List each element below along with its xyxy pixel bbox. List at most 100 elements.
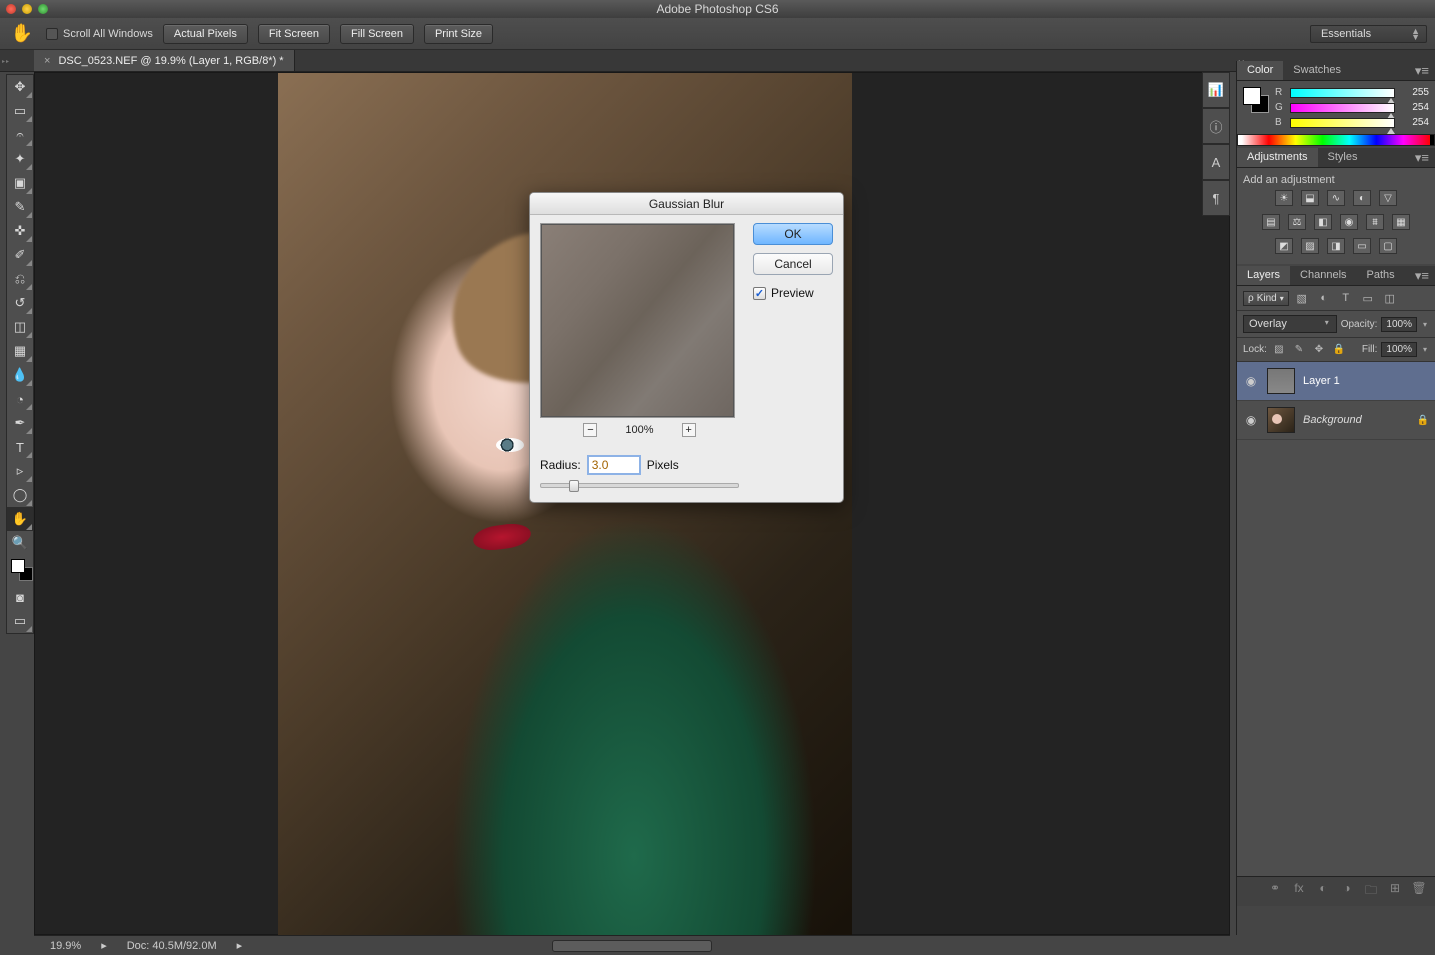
brightness-contrast-icon[interactable]: ☀: [1275, 190, 1293, 206]
layer-mask-icon[interactable]: ◐: [1313, 881, 1333, 902]
bw-icon[interactable]: ◧: [1314, 214, 1332, 230]
document-tab[interactable]: × DSC_0523.NEF @ 19.9% (Layer 1, RGB/8*)…: [34, 50, 295, 71]
eyedropper-tool[interactable]: ✎: [7, 195, 33, 219]
fill-value[interactable]: 100%: [1381, 342, 1417, 357]
filter-shape-icon[interactable]: ▭: [1359, 290, 1377, 306]
brush-tool[interactable]: ✐: [7, 243, 33, 267]
zoom-window-button[interactable]: [38, 4, 48, 14]
fill-screen-button[interactable]: Fill Screen: [340, 24, 414, 44]
clone-stamp-tool[interactable]: ⎌: [7, 267, 33, 291]
histogram-panel-icon[interactable]: 📊: [1202, 72, 1230, 108]
print-size-button[interactable]: Print Size: [424, 24, 493, 44]
channel-mixer-icon[interactable]: ⩩: [1366, 214, 1384, 230]
selective-color-icon[interactable]: ▢: [1379, 238, 1397, 254]
tab-styles[interactable]: Styles: [1318, 148, 1368, 167]
horizontal-scrollbar[interactable]: [552, 940, 712, 952]
new-layer-icon[interactable]: ⊞: [1385, 881, 1405, 902]
r-slider[interactable]: [1290, 88, 1395, 98]
history-brush-tool[interactable]: ↺: [7, 291, 33, 315]
foreground-background-swatch[interactable]: [7, 555, 33, 585]
vibrance-icon[interactable]: ▽: [1379, 190, 1397, 206]
status-zoom[interactable]: 19.9%: [50, 940, 81, 952]
dialog-title[interactable]: Gaussian Blur: [530, 193, 843, 215]
status-profile-icon[interactable]: ▸: [101, 939, 107, 952]
tab-swatches[interactable]: Swatches: [1283, 61, 1351, 80]
healing-brush-tool[interactable]: ✜: [7, 219, 33, 243]
color-balance-icon[interactable]: ⚖: [1288, 214, 1306, 230]
fill-stepper-icon[interactable]: ▾: [1421, 345, 1429, 354]
b-value[interactable]: 254: [1401, 117, 1429, 128]
exposure-icon[interactable]: ◐: [1353, 190, 1371, 206]
screen-mode-toggle[interactable]: ▭: [7, 609, 33, 633]
g-value[interactable]: 254: [1401, 102, 1429, 113]
radius-slider[interactable]: [540, 483, 739, 488]
filter-pixel-icon[interactable]: ▧: [1293, 290, 1311, 306]
r-value[interactable]: 255: [1401, 87, 1429, 98]
filter-preview[interactable]: [540, 223, 735, 418]
type-tool[interactable]: T: [7, 435, 33, 459]
actual-pixels-button[interactable]: Actual Pixels: [163, 24, 248, 44]
color-spectrum-ramp[interactable]: [1237, 134, 1435, 146]
blur-tool[interactable]: 💧: [7, 363, 33, 387]
new-group-icon[interactable]: 🗀: [1361, 881, 1381, 902]
lock-transparency-icon[interactable]: ▨: [1271, 343, 1287, 357]
scroll-all-windows-checkbox[interactable]: Scroll All Windows: [46, 28, 153, 40]
tab-channels[interactable]: Channels: [1290, 266, 1356, 285]
layer-row[interactable]: ◉ Background 🔒: [1237, 401, 1435, 440]
foreground-color-swatch[interactable]: [11, 559, 25, 573]
panel-menu-icon[interactable]: ▾≡: [1409, 61, 1435, 80]
color-swatch-pair[interactable]: [1243, 87, 1269, 113]
new-fill-adjust-icon[interactable]: ◑: [1337, 881, 1357, 902]
layer-style-icon[interactable]: fx: [1289, 881, 1309, 902]
visibility-toggle-icon[interactable]: ◉: [1243, 374, 1259, 388]
hand-tool[interactable]: ✋: [7, 507, 33, 531]
marquee-tool[interactable]: ▭: [7, 99, 33, 123]
blend-mode-selector[interactable]: Overlay▾: [1243, 315, 1337, 333]
path-select-tool[interactable]: ▹: [7, 459, 33, 483]
g-slider[interactable]: [1290, 103, 1395, 113]
layer-thumbnail[interactable]: [1267, 407, 1295, 433]
visibility-toggle-icon[interactable]: ◉: [1243, 413, 1259, 427]
delete-layer-icon[interactable]: 🗑: [1409, 881, 1429, 902]
filter-type-icon[interactable]: T: [1337, 290, 1355, 306]
hue-sat-icon[interactable]: ▤: [1262, 214, 1280, 230]
left-panel-grip-icon[interactable]: ▸▸: [2, 58, 10, 65]
threshold-icon[interactable]: ◨: [1327, 238, 1345, 254]
ok-button[interactable]: OK: [753, 223, 833, 245]
quick-select-tool[interactable]: ✦: [7, 147, 33, 171]
fit-screen-button[interactable]: Fit Screen: [258, 24, 330, 44]
opacity-stepper-icon[interactable]: ▾: [1421, 320, 1429, 329]
character-panel-icon[interactable]: A: [1202, 144, 1230, 180]
close-tab-icon[interactable]: ×: [44, 55, 50, 67]
layer-thumbnail[interactable]: [1267, 368, 1295, 394]
layer-row[interactable]: ◉ Layer 1: [1237, 362, 1435, 401]
tab-layers[interactable]: Layers: [1237, 266, 1290, 285]
close-window-button[interactable]: [6, 4, 16, 14]
filter-smart-icon[interactable]: ◫: [1381, 290, 1399, 306]
crop-tool[interactable]: ▣: [7, 171, 33, 195]
tab-color[interactable]: Color: [1237, 61, 1283, 80]
panel-menu-icon[interactable]: ▾≡: [1409, 148, 1435, 167]
invert-icon[interactable]: ◩: [1275, 238, 1293, 254]
cancel-button[interactable]: Cancel: [753, 253, 833, 275]
opacity-value[interactable]: 100%: [1381, 317, 1417, 332]
zoom-out-button[interactable]: −: [583, 423, 597, 437]
lock-position-icon[interactable]: ✥: [1311, 343, 1327, 357]
dodge-tool[interactable]: ◔: [7, 387, 33, 411]
curves-icon[interactable]: ∿: [1327, 190, 1345, 206]
quick-mask-toggle[interactable]: ◙: [7, 585, 33, 609]
info-panel-icon[interactable]: ⓘ: [1202, 108, 1230, 144]
photo-filter-icon[interactable]: ◉: [1340, 214, 1358, 230]
fg-swatch[interactable]: [1243, 87, 1261, 105]
move-tool[interactable]: ✥: [7, 75, 33, 99]
posterize-icon[interactable]: ▨: [1301, 238, 1319, 254]
radius-input[interactable]: [587, 455, 641, 475]
b-slider[interactable]: [1290, 118, 1395, 128]
levels-icon[interactable]: ⬓: [1301, 190, 1319, 206]
pen-tool[interactable]: ✒: [7, 411, 33, 435]
lasso-tool[interactable]: 𝄐: [7, 123, 33, 147]
link-layers-icon[interactable]: ⚭: [1265, 881, 1285, 902]
layer-filter-kind[interactable]: ρKind▾: [1243, 291, 1289, 306]
shape-tool[interactable]: ◯: [7, 483, 33, 507]
color-lookup-icon[interactable]: ▦: [1392, 214, 1410, 230]
